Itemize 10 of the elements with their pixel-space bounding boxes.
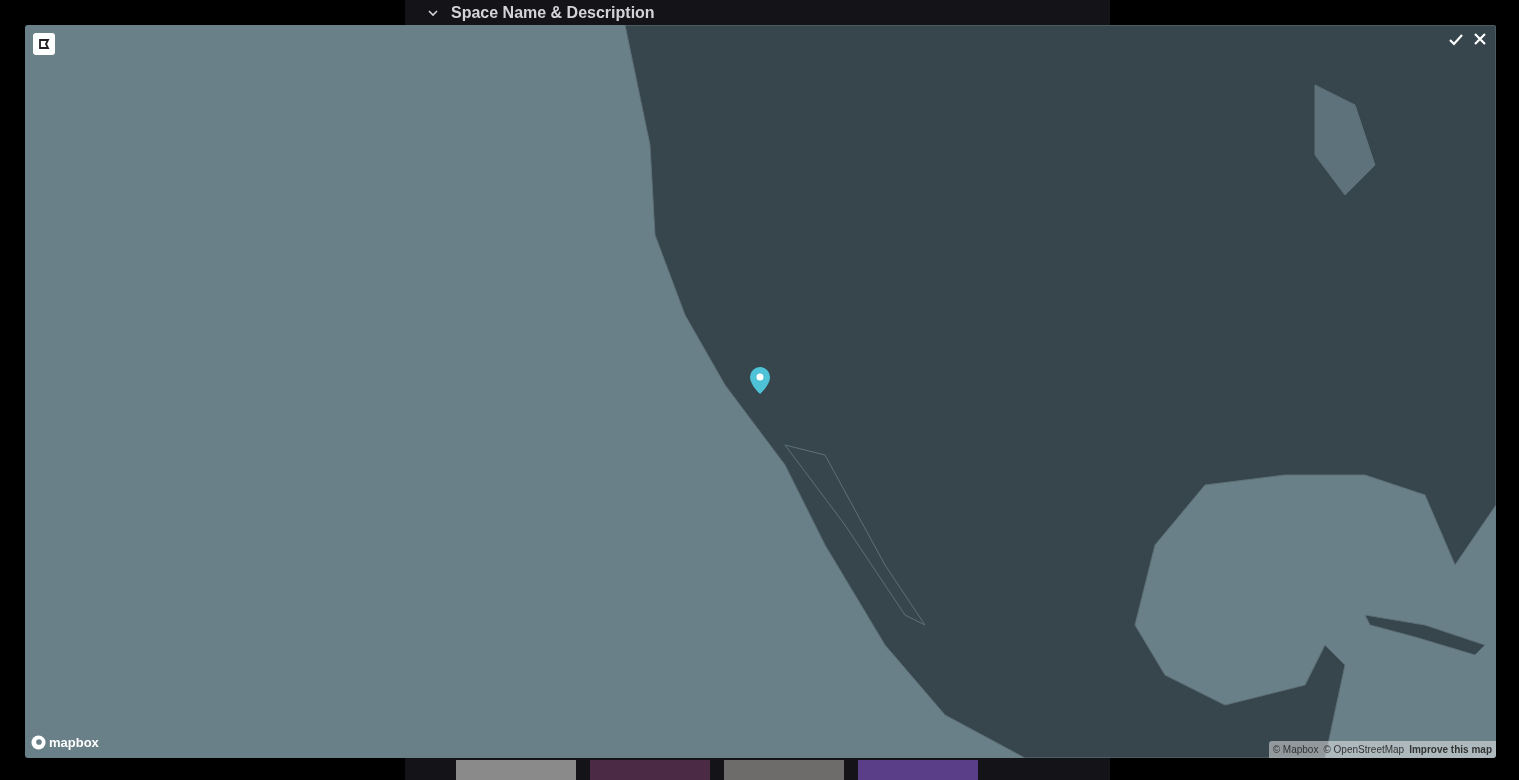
map[interactable]: mapbox © Mapbox © OpenStreetMap Improve this map [25,25,1496,758]
logo-icon [31,734,46,750]
attribution-link[interactable]: © Mapbox [1272,742,1319,757]
attribution-link[interactable]: © OpenStreetMap [1323,742,1405,757]
draw-polygon-button[interactable] [33,33,55,55]
section-title: Space Name & Description [451,2,655,23]
map-pin-icon[interactable] [750,367,770,394]
logo-text: mapbox [49,733,99,752]
polygon-icon [38,38,50,50]
attribution-link[interactable]: Improve this map [1409,742,1492,757]
